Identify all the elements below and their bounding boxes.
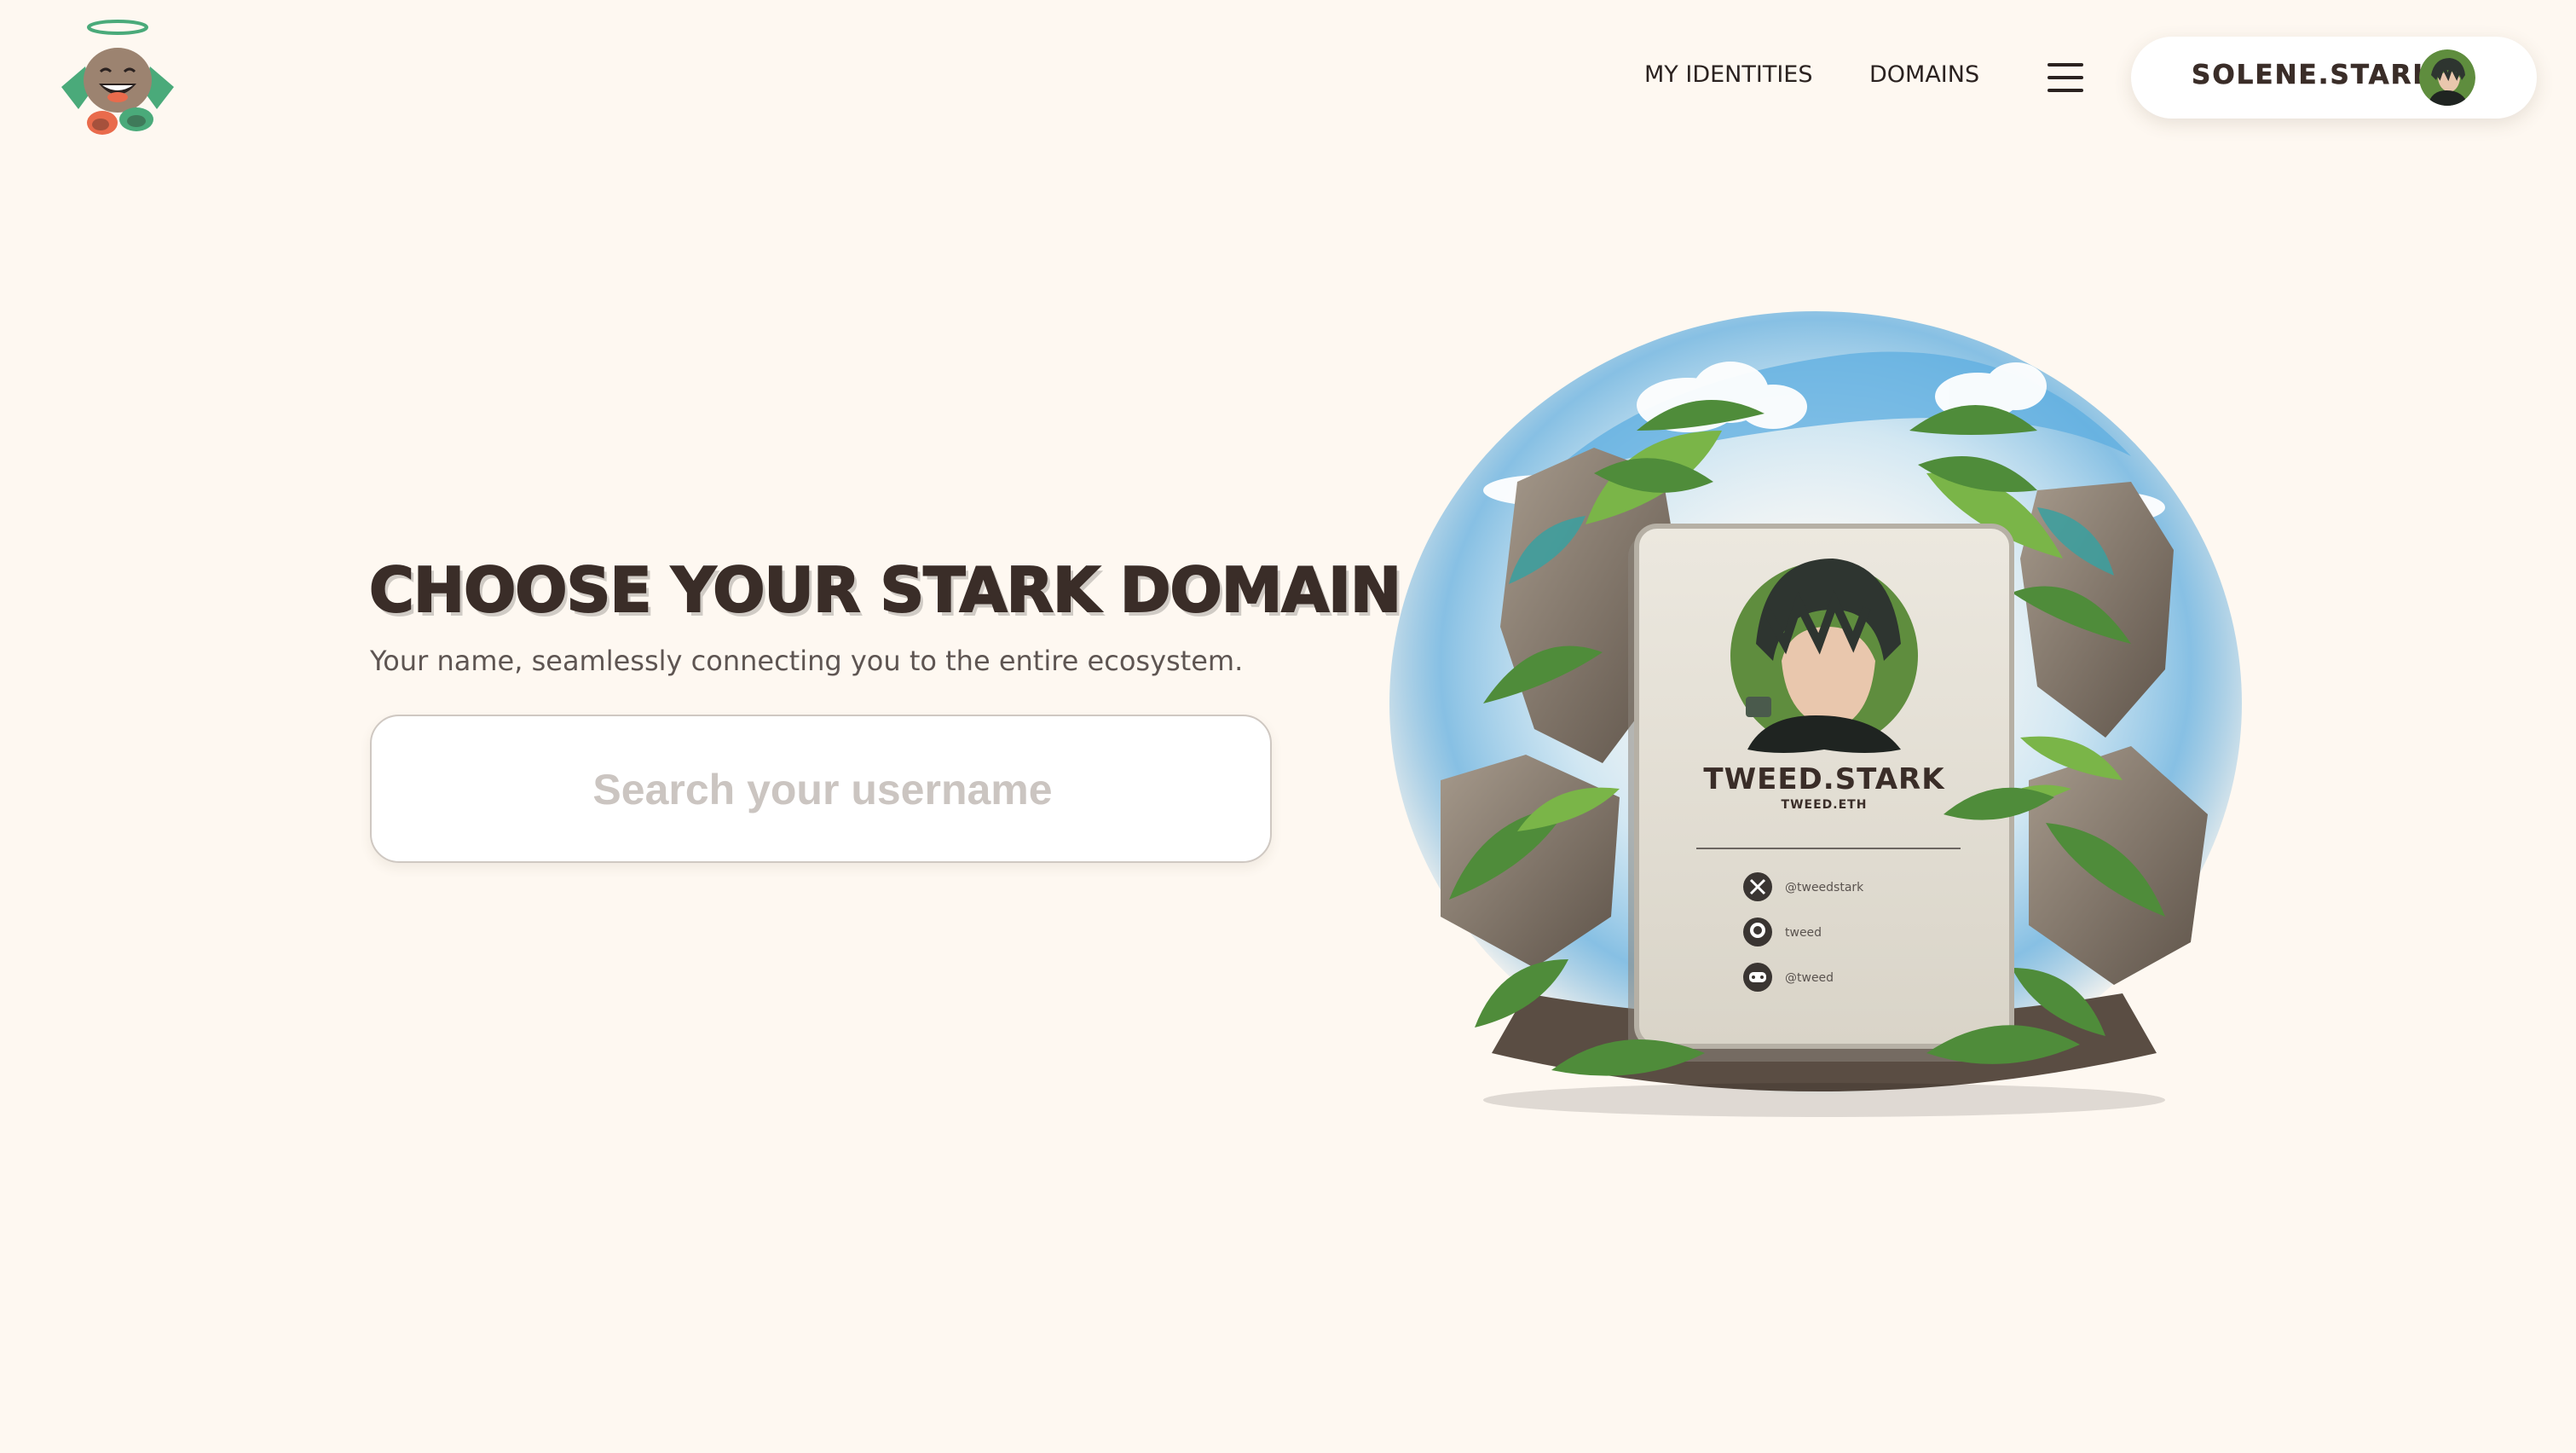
search-input[interactable] (372, 716, 1274, 863)
nav-domains[interactable]: DOMAINS (1869, 61, 1979, 88)
card-name-text: TWEED.STARK (1703, 762, 1945, 796)
page-subtitle: Your name, seamlessly connecting you to … (370, 645, 1244, 677)
user-avatar-icon (2419, 49, 2475, 106)
github-icon (1743, 918, 1772, 946)
card-social-handle: @tweed (1785, 971, 1834, 985)
identity-card-illustration: TWEED.STARK TWEED.ETH @tweedstark tweed … (1381, 303, 2250, 1143)
wallet-button[interactable]: SOLENE.STARK (2131, 37, 2537, 119)
card-subname-text: TWEED.ETH (1782, 798, 1868, 812)
card-social-handle: tweed (1785, 926, 1822, 940)
angel-mascot-logo-icon[interactable] (53, 17, 182, 140)
page-title: CHOOSE YOUR STARK DOMAIN (368, 553, 1402, 627)
hamburger-menu-icon[interactable] (2048, 61, 2085, 94)
x-icon (1743, 872, 1772, 901)
discord-icon (1743, 963, 1772, 992)
search-box[interactable] (370, 715, 1274, 863)
nav-my-identities[interactable]: MY IDENTITIES (1644, 61, 1813, 88)
wallet-label: SOLENE.STARK (2192, 60, 2435, 91)
card-social-handle: @tweedstark (1785, 881, 1864, 894)
